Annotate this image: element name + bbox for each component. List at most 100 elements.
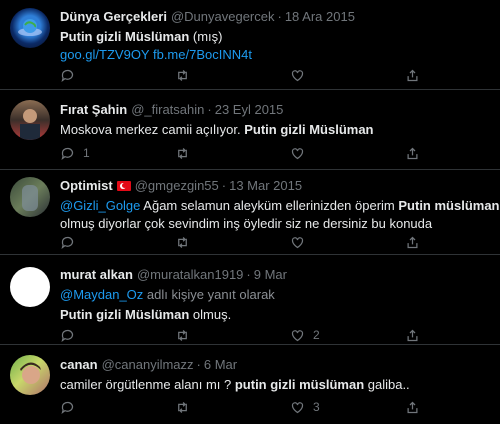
tweet-text: @Gizli_Golge Ağam selamun aleyküm elleri… [60,197,500,215]
like-count: 3 [313,400,320,414]
mention-link[interactable]: @Gizli_Golge [60,198,140,213]
highlight-text: Putin gizli Müslüman [244,122,374,137]
tweet-link[interactable]: goo.gl/TZV9OY fb.me/7BocINN4t [60,47,252,62]
tweet-date[interactable]: 9 Mar [254,267,287,283]
retweet-button[interactable] [175,68,290,83]
avatar[interactable] [10,177,50,217]
heart-icon [291,401,304,413]
retweet-icon [178,401,187,413]
reply-icon [61,236,74,249]
reply-button[interactable] [60,235,175,250]
heart-icon [291,69,304,81]
highlight-text: Putin gizli Müslüman [60,29,190,44]
reply-context: @Maydan_Oz adlı kişiye yanıt olarak [60,286,490,304]
tweet-date[interactable]: 6 Mar [204,357,237,373]
separator-dot: · [277,9,282,24]
retweet-icon [178,329,187,341]
avatar[interactable] [10,355,50,395]
tweet-text: Putin gizli Müslüman olmuş. [60,306,490,324]
reply-button[interactable] [60,68,175,83]
tweet-actions [60,67,470,83]
heart-icon [291,236,304,248]
retweet-icon [178,69,187,81]
retweet-icon [178,147,187,159]
author-handle[interactable]: @gmgezgin55 [135,178,219,194]
reply-context-text: adlı kişiye yanıt olarak [143,287,275,302]
author-handle[interactable]: @_firatsahin [131,102,204,118]
author-handle[interactable]: @Dunyavegercek [171,9,275,25]
like-button[interactable] [290,68,405,83]
share-button[interactable] [405,146,445,161]
author-name[interactable]: murat alkan [60,267,133,283]
like-button[interactable] [290,235,405,250]
tweet-text-pre: Ağam selamun aleyküm ellerinizden öperim [140,198,399,213]
tweet[interactable]: canan @cananyilmazz · 6 Mar camiler örgü… [0,345,500,424]
retweet-icon [178,236,187,248]
tweet-text-pre: camiler örgütlenme alanı mı ? [60,377,235,392]
tweet-text-rest: galiba.. [364,377,410,392]
highlight-text: putin gizli müslüman [234,377,365,392]
share-button[interactable] [405,328,445,343]
reply-button[interactable] [60,400,175,415]
tweet-actions: 1 [60,145,470,161]
avatar[interactable] [10,8,50,48]
tweet[interactable]: Dünya Gerçekleri @Dunyavegercek · 18 Ara… [0,0,500,90]
share-icon [407,69,418,81]
avatar[interactable] [10,267,50,307]
reply-count: 1 [83,146,90,160]
reply-button[interactable] [60,328,175,343]
share-icon [407,147,418,159]
author-handle[interactable]: @muratalkan1919 [137,267,243,283]
tweet-date[interactable]: 18 Ara 2015 [285,9,355,25]
tweet[interactable]: Optimist @gmgezgin55 · 13 Mar 2015 @Gizl… [0,170,500,255]
reply-icon [61,329,74,342]
separator-dot: · [207,102,212,117]
share-button[interactable] [405,235,445,250]
share-icon [407,236,418,248]
heart-icon [291,147,304,159]
share-button[interactable] [405,68,445,83]
tweet-text-pre: Moskova merkez camii açılıyor. [60,122,245,137]
tweet-text-rest: olmuş. [189,307,232,322]
tweet-text: camiler örgütlenme alanı mı ? putin gizl… [60,376,490,394]
tweet-date[interactable]: 23 Eyl 2015 [215,102,284,118]
tweet-actions [60,234,470,250]
separator-dot: · [246,267,251,282]
share-button[interactable] [405,400,445,415]
tweet-feed: Dünya Gerçekleri @Dunyavegercek · 18 Ara… [0,0,500,424]
retweet-button[interactable] [175,328,290,343]
mention-link[interactable]: @Maydan_Oz [60,287,143,302]
tweet-text: Moskova merkez camii açılıyor. Putin giz… [60,121,490,139]
highlight-text: Putin müslüman [398,198,500,213]
avatar[interactable] [10,100,50,140]
author-name[interactable]: Optimist [60,178,113,194]
tweet[interactable]: murat alkan @muratalkan1919 · 9 Mar @May… [0,255,500,345]
tweet-text-line2: olmuş diyorlar çok sevindim inş öyledir … [60,216,433,231]
retweet-button[interactable] [175,400,290,415]
reply-icon [61,147,74,160]
tweet[interactable]: Fırat Şahin @_firatsahin · 23 Eyl 2015 M… [0,90,500,170]
tweet-actions: 3 [60,399,470,415]
like-button[interactable]: 2 [290,328,405,343]
retweet-button[interactable] [175,146,290,161]
separator-dot: · [221,178,227,193]
author-name[interactable]: canan [60,357,98,373]
highlight-text: Putin gizli Müslüman [60,307,190,322]
retweet-button[interactable] [175,235,290,250]
share-icon [407,329,418,341]
author-name[interactable]: Fırat Şahin [60,102,127,118]
reply-icon [61,401,74,414]
reply-button[interactable]: 1 [60,146,175,161]
like-count: 2 [313,328,320,342]
share-icon [407,401,418,413]
turkey-flag-icon [116,181,131,191]
like-button[interactable]: 3 [290,400,405,415]
tweet-text: Putin gizli Müslüman (mış) [60,28,490,46]
reply-icon [61,69,74,82]
like-button[interactable] [290,146,405,161]
author-handle[interactable]: @cananyilmazz [102,357,194,373]
heart-icon [291,329,304,341]
tweet-text-rest: (mış) [189,29,223,44]
tweet-date[interactable]: 13 Mar 2015 [229,178,302,194]
author-name[interactable]: Dünya Gerçekleri [60,9,167,25]
